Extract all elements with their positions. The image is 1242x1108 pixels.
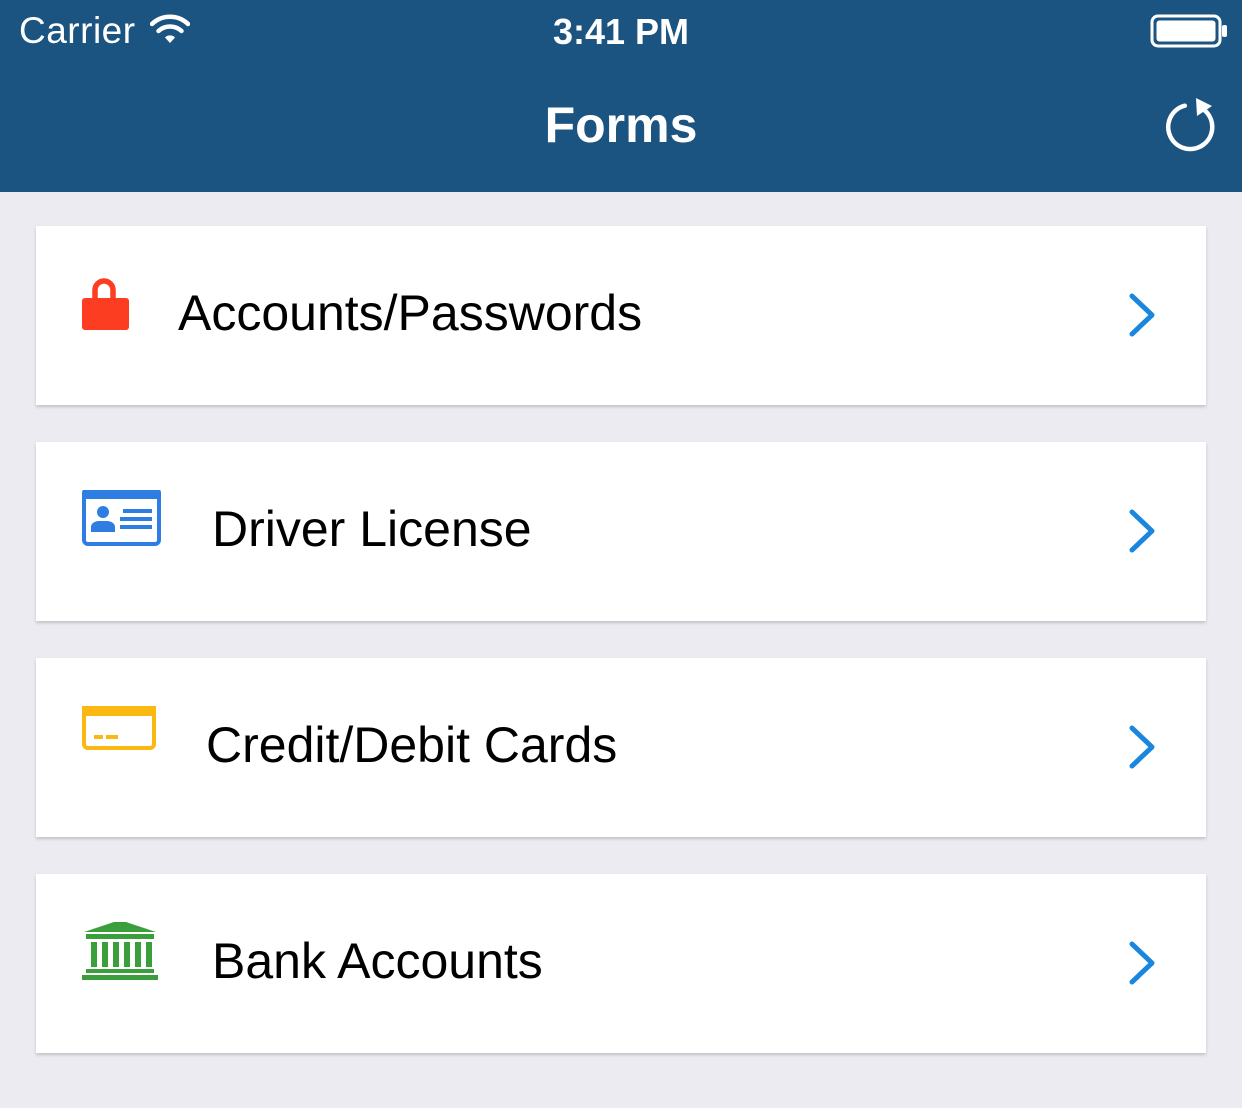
refresh-icon[interactable] [1160, 92, 1222, 154]
list-item-credit-debit-cards[interactable]: Credit/Debit Cards [36, 658, 1206, 837]
chevron-right-icon [1129, 293, 1155, 337]
list-item-driver-license[interactable]: Driver License [36, 442, 1206, 621]
chevron-right-icon [1129, 725, 1155, 769]
navigation-header: Carrier 3:41 PM Forms [0, 0, 1242, 192]
status-time: 3:41 PM [552, 11, 690, 52]
id-card-icon [82, 490, 161, 546]
chevron-right-icon [1129, 941, 1155, 985]
chevron-right-icon [1129, 509, 1155, 553]
forms-list: Accounts/Passwords Driver License Credit… [36, 226, 1206, 1090]
list-item-label: Bank Accounts [212, 933, 543, 989]
list-item-bank-accounts[interactable]: Bank Accounts [36, 874, 1206, 1053]
list-item-label: Driver License [212, 501, 532, 557]
page-title: Forms [544, 97, 698, 153]
list-item-label: Accounts/Passwords [178, 285, 643, 341]
credit-card-icon [82, 706, 156, 750]
lock-icon [82, 278, 129, 330]
battery-full-icon [1150, 14, 1227, 48]
list-item-label: Credit/Debit Cards [206, 717, 618, 773]
list-item-accounts-passwords[interactable]: Accounts/Passwords [36, 226, 1206, 405]
bank-icon [82, 922, 158, 980]
